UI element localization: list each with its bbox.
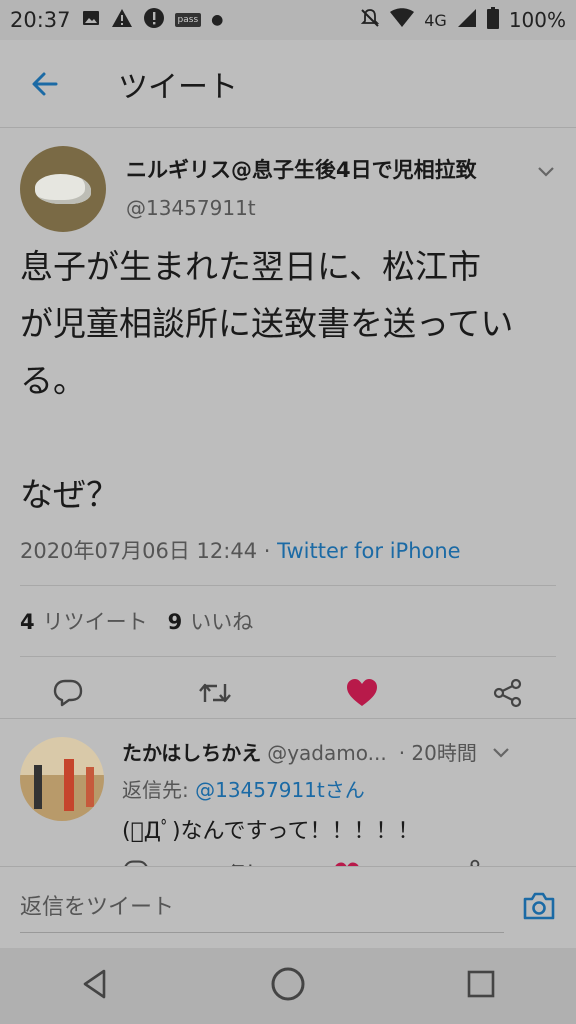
- like-count: 9: [167, 610, 183, 634]
- reply-input[interactable]: 返信をツイート: [20, 883, 504, 933]
- retweet-icon[interactable]: [197, 678, 233, 712]
- reply-tweet[interactable]: たかはしちかえ @yadamo... · 20時間 返信先: @13457911…: [0, 718, 576, 868]
- page-title: ツイート: [118, 69, 238, 105]
- like-stat[interactable]: 9 いいね: [168, 606, 254, 636]
- tweet-date: 2020年07月06日 12:44 ·: [20, 539, 278, 563]
- pass-icon: pass: [174, 13, 202, 27]
- nav-back-icon[interactable]: [80, 968, 110, 1004]
- status-bar: 20:37 pass ● 4G 100%: [0, 0, 576, 40]
- battery-level: 100%: [508, 8, 566, 32]
- tweet-detail: ニルギリス@息子生後4日で児相拉致 @13457911t 息子が生まれた翌日に、…: [0, 128, 576, 733]
- network-type: 4G: [424, 10, 447, 30]
- share-icon[interactable]: [492, 678, 524, 712]
- tweet-stats: 4 リツイート 9 いいね: [20, 586, 556, 656]
- like-heart-icon[interactable]: [345, 678, 379, 712]
- system-nav-bar: [0, 948, 576, 1024]
- reply-handle[interactable]: @yadamo...: [267, 741, 386, 765]
- status-time: 20:37: [10, 8, 71, 32]
- author-display-name[interactable]: ニルギリス@息子生後4日で児相拉致: [126, 154, 477, 184]
- avatar[interactable]: [20, 737, 104, 821]
- reply-icon[interactable]: [52, 678, 84, 712]
- tweet-text: 息子が生まれた翌日に、松江市 が児童相談所に送致書を送ってい る。 なぜ？: [20, 247, 514, 514]
- mute-icon: [360, 8, 380, 33]
- reply-display-name[interactable]: たかはしちかえ: [122, 737, 261, 766]
- camera-icon[interactable]: [522, 891, 556, 925]
- retweet-count: 4: [20, 610, 35, 634]
- retweet-label: リツイート: [42, 610, 148, 634]
- tweet-meta: 2020年07月06日 12:44 · Twitter for iPhone: [20, 535, 556, 565]
- reply-text: (ﾟДﾟ)なんですって！！！！！: [122, 819, 420, 844]
- nav-home-icon[interactable]: [270, 966, 306, 1006]
- reply-to: 返信先: @13457911tさん: [122, 774, 556, 803]
- warning-icon: [111, 8, 133, 33]
- reply-to-prefix: 返信先:: [122, 778, 196, 802]
- back-button[interactable]: [0, 40, 90, 128]
- avatar[interactable]: [20, 146, 106, 232]
- tweet-client-link[interactable]: Twitter for iPhone: [277, 539, 461, 563]
- nav-recents-icon[interactable]: [466, 969, 496, 1003]
- signal-icon: [457, 8, 477, 33]
- chevron-down-icon[interactable]: [491, 741, 511, 765]
- wifi-icon: [390, 7, 415, 33]
- battery-icon: [486, 6, 499, 34]
- dot-icon: ●: [211, 12, 224, 28]
- reply-to-handle-link[interactable]: @13457911tさん: [195, 778, 365, 802]
- like-label: いいね: [190, 610, 254, 634]
- reply-time: · 20時間: [398, 741, 477, 765]
- app-bar: ツイート: [0, 40, 576, 128]
- retweet-stat[interactable]: 4 リツイート: [20, 606, 148, 636]
- chevron-down-icon[interactable]: [536, 164, 556, 183]
- arrow-left-icon: [32, 72, 58, 95]
- image-icon: [81, 8, 101, 33]
- reply-composer: 返信をツイート: [0, 866, 576, 948]
- author-handle[interactable]: @13457911t: [126, 196, 477, 220]
- alert-icon: [143, 7, 165, 34]
- tweet-author[interactable]: ニルギリス@息子生後4日で児相拉致 @13457911t: [20, 128, 556, 238]
